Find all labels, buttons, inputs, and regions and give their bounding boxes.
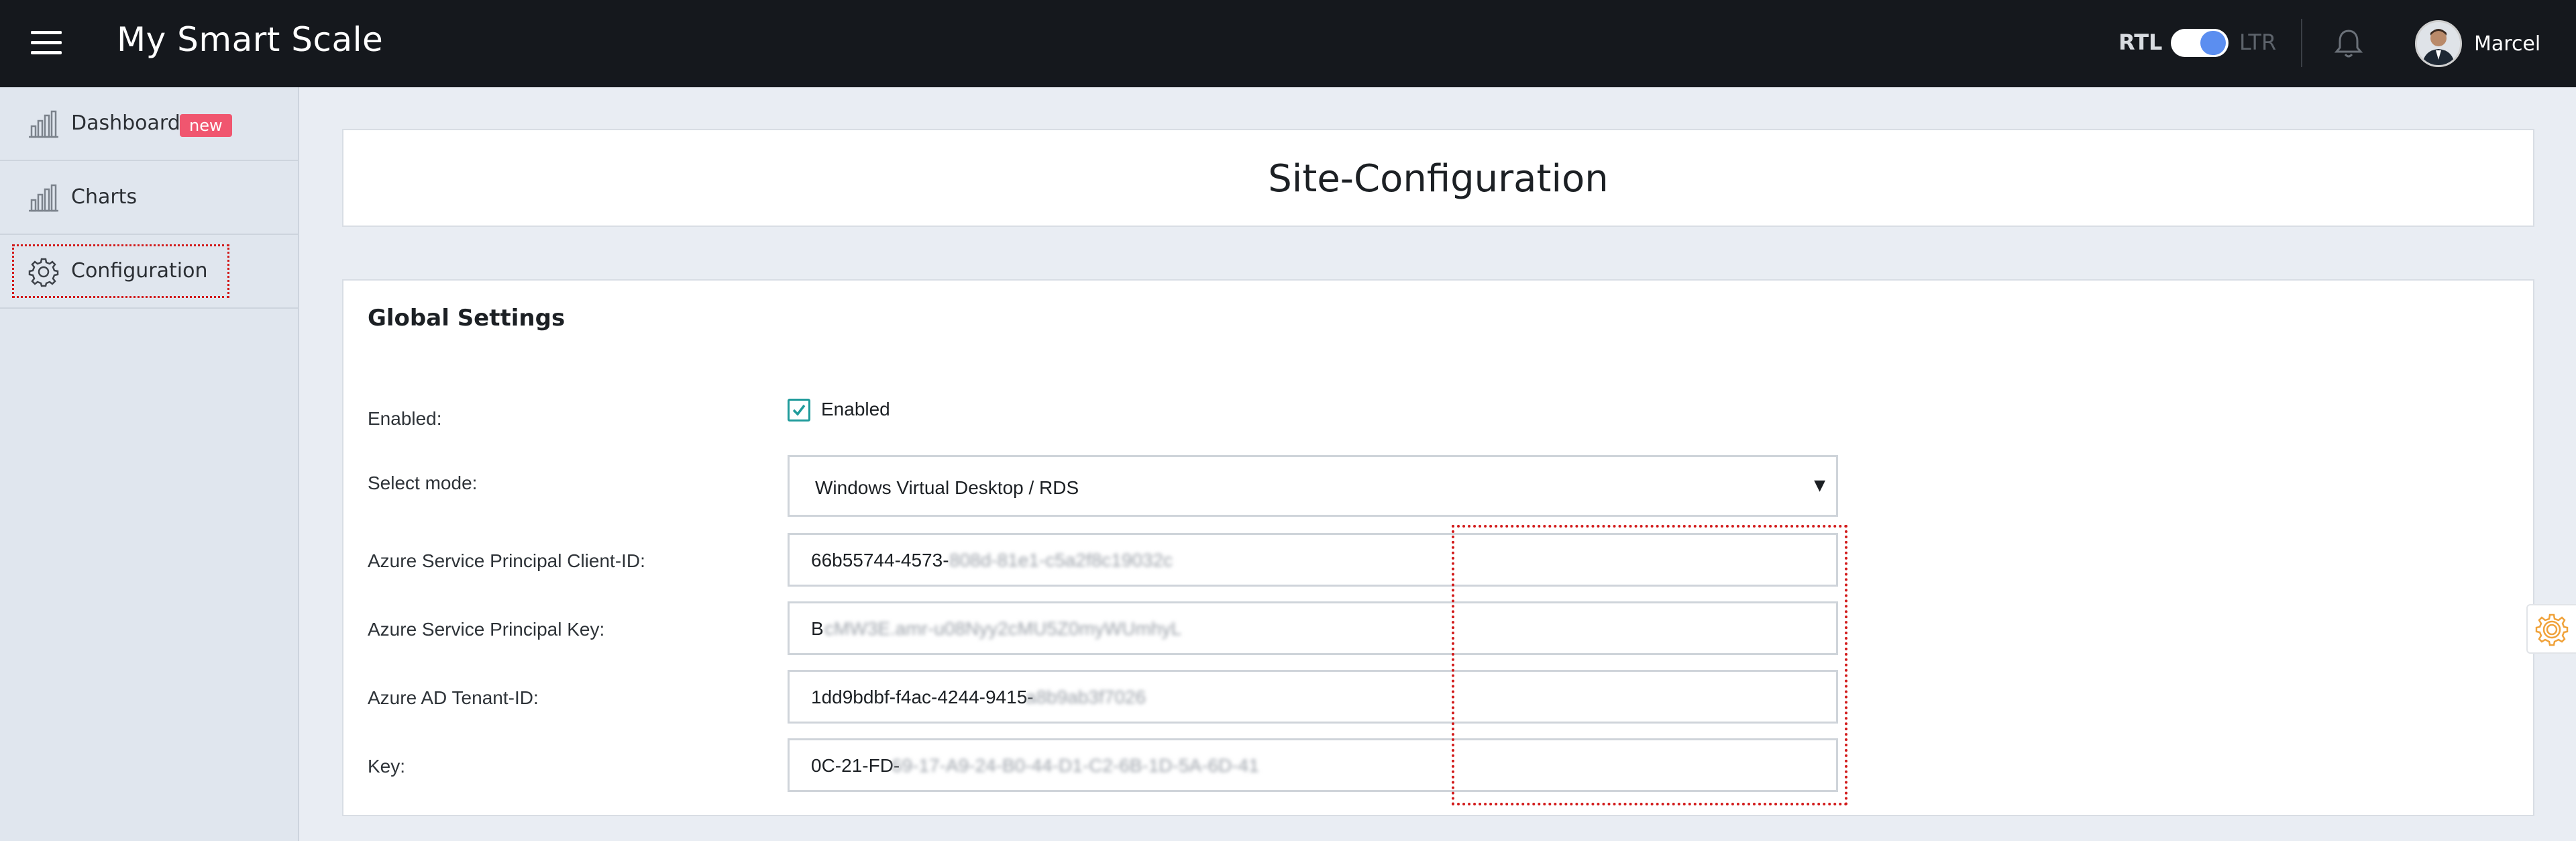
bar-chart-icon: [27, 109, 60, 140]
top-bar: My Smart Scale RTL LTR Marcel: [0, 0, 2576, 87]
sp-key-value: B: [811, 618, 824, 639]
page-title: Site-Configuration: [1268, 157, 1609, 201]
sidebar-item-label: Charts: [71, 185, 138, 209]
key-value: 0C-21-FD-: [811, 755, 900, 776]
sidebar-item-dashboard[interactable]: Dashboard new: [0, 87, 298, 161]
rtl-label: RTL: [2118, 30, 2163, 55]
tenant-id-label: Azure AD Tenant-ID:: [368, 687, 539, 708]
ltr-label: LTR: [2239, 30, 2277, 55]
tenant-id-input[interactable]: 1dd9bdbf-f4ac-4244-9415- a8b9ab3f7026: [788, 670, 1838, 724]
caret-down-icon: ▼: [1814, 477, 1825, 494]
direction-toggle[interactable]: [2171, 29, 2229, 57]
gear-icon: [27, 256, 60, 287]
header-divider: [2301, 19, 2302, 67]
section-title: Global Settings: [368, 305, 566, 332]
enabled-checkbox-label[interactable]: Enabled: [821, 399, 890, 420]
page-title-card: Site-Configuration: [342, 129, 2534, 227]
toggle-knob: [2200, 31, 2226, 55]
settings-gear-icon[interactable]: [2526, 604, 2576, 654]
client-id-value: 66b55744-4573-: [811, 550, 949, 571]
new-badge: new: [180, 114, 232, 137]
key-input[interactable]: 0C-21-FD- 69-17-A9-24-B0-44-D1-C2-6B-1D-…: [788, 738, 1838, 792]
sidebar-item-label: Configuration: [71, 259, 208, 283]
client-id-label: Azure Service Principal Client-ID:: [368, 550, 645, 571]
sidebar: Dashboard new Charts Configuration: [0, 87, 299, 841]
client-id-redacted: 808d-81e1-c5a2f8c19032c: [949, 550, 1173, 571]
key-redacted: 69-17-A9-24-B0-44-D1-C2-6B-1D-5A-6D-41: [892, 755, 1259, 776]
sp-key-input[interactable]: B cMW3E.amr-u08Nyy2cMU5Z0myWUmhyL: [788, 601, 1838, 655]
key-label: Key:: [368, 756, 406, 777]
sidebar-item-label: Dashboard: [71, 111, 180, 135]
tenant-id-redacted: a8b9ab3f7026: [1026, 687, 1146, 707]
mode-select-value: Windows Virtual Desktop / RDS: [815, 477, 1079, 498]
select-mode-label: Select mode:: [368, 473, 478, 493]
client-id-input[interactable]: 66b55744-4573- 808d-81e1-c5a2f8c19032c: [788, 533, 1838, 587]
user-avatar[interactable]: [2415, 20, 2462, 67]
global-settings-card: Global Settings Enabled: Enabled Select …: [342, 279, 2534, 816]
sidebar-item-configuration[interactable]: Configuration: [0, 235, 298, 309]
user-name[interactable]: Marcel: [2474, 32, 2540, 56]
tenant-id-value: 1dd9bdbf-f4ac-4244-9415-: [811, 687, 1034, 707]
hamburger-menu-icon[interactable]: [31, 31, 62, 55]
sidebar-item-charts[interactable]: Charts: [0, 161, 298, 235]
enabled-checkbox[interactable]: [788, 399, 810, 422]
enabled-label: Enabled:: [368, 408, 442, 429]
bell-icon[interactable]: [2333, 27, 2364, 60]
sp-key-redacted: cMW3E.amr-u08Nyy2cMU5Z0myWUmhyL: [824, 618, 1182, 639]
sp-key-label: Azure Service Principal Key:: [368, 619, 605, 640]
mode-select[interactable]: Windows Virtual Desktop / RDS ▼: [788, 455, 1838, 517]
app-title: My Smart Scale: [117, 20, 384, 59]
bar-chart-icon: [27, 183, 60, 213]
